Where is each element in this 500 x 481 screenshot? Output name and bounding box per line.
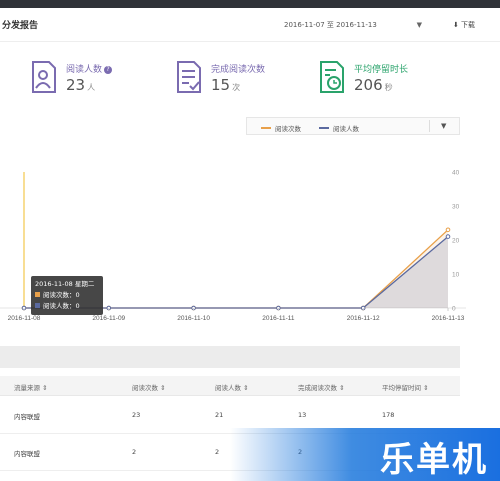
legend-item-read-users[interactable]: 阅读人数 xyxy=(319,123,359,133)
x-tick-label: 2016-11-10 xyxy=(177,315,210,322)
stat-complete-reads: 完成阅读次数 15 次 xyxy=(175,60,305,100)
x-tick-label: 2016-11-09 xyxy=(92,315,125,322)
report-header: 分发报告 2016-11-07 至 2016-11-13 ▼ ⬇ 下载 xyxy=(0,8,500,42)
section-divider-bar xyxy=(0,346,460,368)
x-tick-label: 2016-11-13 xyxy=(432,315,465,322)
stat-label-read-users: 阅读人数? xyxy=(66,62,113,75)
stat-label-avg-stay: 平均停留时长 xyxy=(354,65,409,75)
stat-value-complete-reads: 15 次 xyxy=(211,76,241,94)
cell-avg-stay: 178 xyxy=(382,411,395,419)
download-label: 下载 xyxy=(461,21,476,29)
cell-read-users: 21 xyxy=(215,411,224,419)
watermark-banner: 乐单机 xyxy=(230,428,500,481)
x-tick-label: 2016-11-12 xyxy=(347,315,380,322)
cell-read-count: 23 xyxy=(132,411,141,419)
download-icon: ⬇ xyxy=(452,21,459,29)
col-header-source[interactable]: 流量来源 ⇕ xyxy=(14,382,48,392)
download-button[interactable]: ⬇ 下载 xyxy=(440,16,488,34)
person-document-icon xyxy=(32,61,56,93)
top-dark-bar xyxy=(0,0,500,8)
y-tick-label: 40 xyxy=(452,170,460,177)
date-range-text: 2016-11-07 至 2016-11-13 xyxy=(284,21,377,29)
col-header-read-count[interactable]: 阅读次数 ⇕ xyxy=(132,382,166,392)
tooltip-line-read-users: 阅读人数：0 xyxy=(35,301,99,312)
help-icon[interactable]: ? xyxy=(104,66,113,74)
legend-swatch-orange xyxy=(261,127,271,129)
legend-swatch-blue xyxy=(319,127,329,129)
chart-y-ticks: 40 30 20 10 0 xyxy=(452,170,460,313)
data-point xyxy=(445,234,451,239)
tooltip-title: 2016-11-08 星期二 xyxy=(35,280,95,288)
chevron-down-icon[interactable]: ▼ xyxy=(441,122,446,130)
chart-legend-bar[interactable]: 阅读次数 阅读人数 ▼ xyxy=(246,117,460,135)
date-range-selector[interactable]: 2016-11-07 至 2016-11-13 ▼ xyxy=(278,16,430,34)
clock-document-icon xyxy=(320,61,344,93)
data-point xyxy=(445,227,451,233)
x-tick-label: 2016-11-08 xyxy=(8,315,41,322)
col-header-read-users[interactable]: 阅读人数 ⇕ xyxy=(215,382,249,392)
chart-tooltip: 2016-11-08 星期二 阅读次数：0 阅读人数：0 xyxy=(31,276,103,315)
tooltip-line-read-count: 阅读次数：0 xyxy=(35,290,99,301)
cell-source: 内容联盟 xyxy=(14,450,40,458)
cell-read-count: 2 xyxy=(132,448,137,456)
y-tick-label: 0 xyxy=(452,306,456,313)
stat-avg-stay: 平均停留时长 206 秒 xyxy=(318,60,468,100)
summary-stats: 阅读人数? 23 人 完成阅读次数 15 次 平均停留时长 206 秒 xyxy=(0,42,500,117)
watermark-text: 乐单机 xyxy=(380,440,488,480)
cell-source: 内容联盟 xyxy=(14,413,40,421)
stat-label-complete-reads: 完成阅读次数 xyxy=(211,65,266,75)
y-tick-label: 30 xyxy=(452,204,460,211)
page-title: 分发报告 xyxy=(2,21,39,31)
col-header-avg-stay[interactable]: 平均停留时间 ⇕ xyxy=(382,382,429,392)
chevron-down-icon: ▼ xyxy=(416,21,422,29)
y-tick-label: 20 xyxy=(452,238,460,245)
legend-item-read-count[interactable]: 阅读次数 xyxy=(261,123,301,133)
stat-value-avg-stay: 206 秒 xyxy=(354,76,393,94)
x-tick-label: 2016-11-11 xyxy=(262,315,295,322)
stat-read-users: 阅读人数? 23 人 xyxy=(30,60,160,100)
cell-read-users: 2 xyxy=(215,448,220,456)
stat-value-read-users: 23 人 xyxy=(66,76,96,94)
table-header-row: 流量来源 ⇕ 阅读次数 ⇕ 阅读人数 ⇕ 完成阅读次数 ⇕ 平均停留时间 ⇕ xyxy=(0,376,460,396)
checklist-document-icon xyxy=(177,61,201,93)
y-tick-label: 10 xyxy=(452,272,460,279)
legend-divider xyxy=(429,120,430,132)
col-header-complete-reads[interactable]: 完成阅读次数 ⇕ xyxy=(298,382,345,392)
cell-complete-reads: 13 xyxy=(298,411,307,419)
